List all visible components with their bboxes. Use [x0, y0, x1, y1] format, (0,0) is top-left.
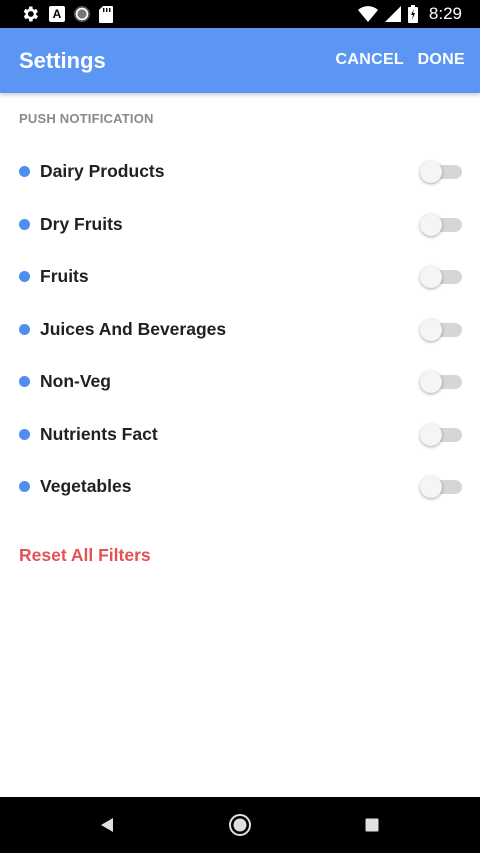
- toggle-switch[interactable]: [420, 160, 464, 184]
- signal-icon: [384, 6, 401, 22]
- toggle-knob: [420, 213, 442, 236]
- item-label: Dairy Products: [40, 161, 165, 181]
- status-bar: A 8:29: [0, 0, 480, 28]
- reset-all-filters-link[interactable]: Reset All Filters: [19, 545, 151, 566]
- list-item-juices-and-beverages: Juices And Beverages: [0, 303, 480, 356]
- a-app-icon: A: [49, 6, 65, 22]
- list-item-non-veg: Non-Veg: [0, 355, 480, 408]
- toggle-switch[interactable]: [420, 265, 464, 289]
- item-label: Non-Veg: [40, 371, 111, 391]
- bullet-dot-icon: [19, 271, 30, 282]
- list-item-dry-fruits: Dry Fruits: [0, 198, 480, 251]
- toggle-knob: [420, 371, 442, 393]
- item-label: Fruits: [40, 266, 89, 286]
- circle-icon: [74, 6, 90, 22]
- toggle-knob: [420, 266, 442, 288]
- toggle-switch[interactable]: [420, 318, 464, 342]
- gear-icon: [23, 6, 38, 22]
- cancel-button[interactable]: CANCEL: [336, 51, 404, 69]
- section-header-push-notification: PUSH NOTIFICATION: [19, 111, 154, 126]
- bullet-dot-icon: [19, 376, 30, 387]
- toggle-knob: [420, 161, 442, 183]
- done-button[interactable]: DONE: [418, 51, 465, 69]
- toggle-knob: [420, 423, 442, 446]
- system-nav-bar: [0, 797, 480, 853]
- wifi-icon: [357, 6, 378, 22]
- home-icon[interactable]: [226, 811, 254, 839]
- toggle-switch[interactable]: [420, 213, 464, 237]
- list-item-nutrients-fact: Nutrients Fact: [0, 408, 480, 461]
- toggle-switch[interactable]: [420, 475, 464, 499]
- list-item-dairy-products: Dairy Products: [0, 145, 480, 198]
- toggle-switch[interactable]: [420, 370, 464, 394]
- bullet-dot-icon: [19, 166, 30, 177]
- bullet-dot-icon: [19, 481, 30, 492]
- item-label: Juices And Beverages: [40, 318, 227, 339]
- bullet-dot-icon: [19, 218, 30, 230]
- toggle-switch[interactable]: [420, 423, 464, 447]
- back-icon[interactable]: [93, 811, 121, 839]
- bullet-dot-icon: [19, 428, 30, 440]
- item-label: Vegetables: [40, 476, 132, 496]
- list-item-vegetables: Vegetables: [0, 460, 480, 513]
- toggle-knob: [420, 476, 442, 498]
- battery-icon: [407, 5, 418, 23]
- app-bar: Settings CANCEL DONE: [0, 28, 480, 93]
- item-label: Nutrients Fact: [40, 423, 158, 444]
- toggle-knob: [420, 318, 442, 341]
- clock-time: 8:29: [428, 4, 462, 23]
- recents-icon[interactable]: [358, 811, 386, 839]
- sd-card-icon: [99, 5, 113, 23]
- category-list: Dairy Products Dry Fruits Fruits Juices …: [0, 145, 480, 513]
- bullet-dot-icon: [19, 323, 30, 335]
- list-item-fruits: Fruits: [0, 250, 480, 303]
- page-title: Settings: [19, 48, 106, 73]
- item-label: Dry Fruits: [40, 213, 123, 234]
